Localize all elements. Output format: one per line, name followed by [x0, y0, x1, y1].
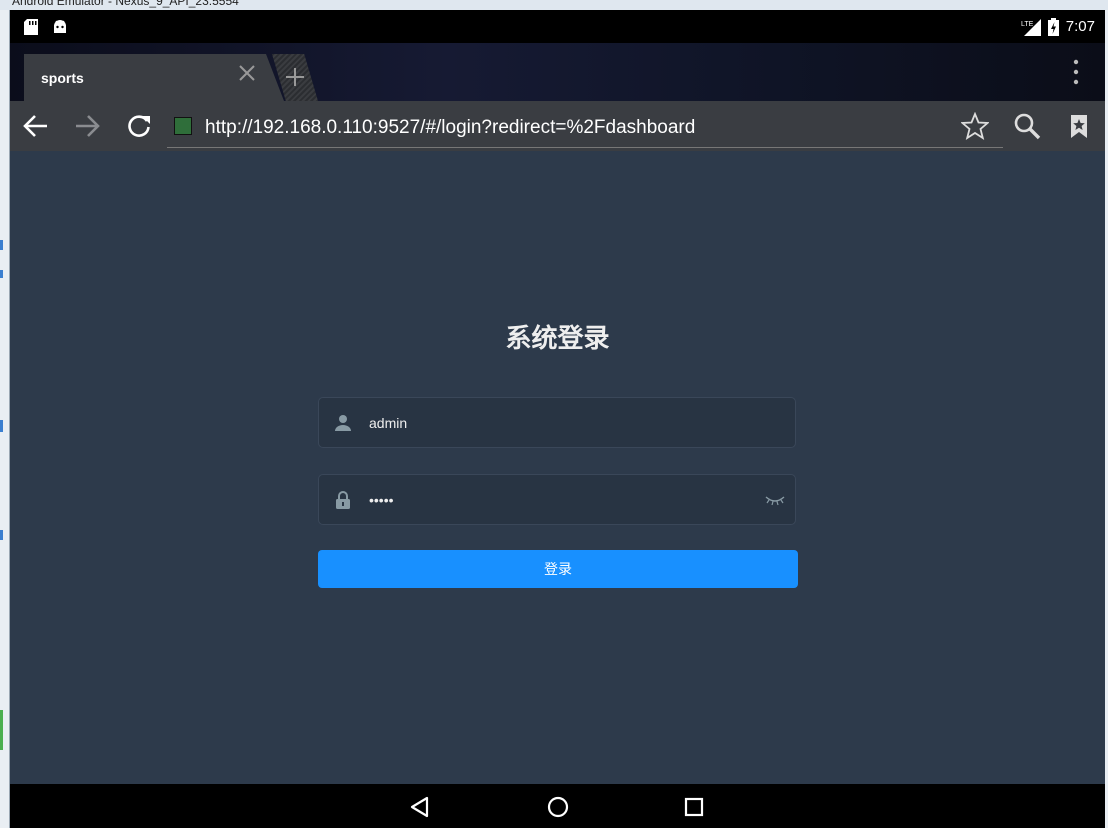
- nav-home-icon[interactable]: [543, 792, 573, 822]
- password-input[interactable]: [369, 485, 759, 515]
- bookmarks-icon[interactable]: [1065, 112, 1093, 140]
- password-field[interactable]: [318, 474, 796, 525]
- login-page: 系统登录 登录: [10, 151, 1105, 784]
- host-window-left-edge: [0, 10, 10, 828]
- back-arrow-icon[interactable]: [22, 112, 50, 140]
- close-icon[interactable]: [236, 62, 258, 84]
- lock-icon: [336, 491, 350, 509]
- battery-charging-icon: [1048, 18, 1059, 36]
- host-window-title: Android Emulator - Nexus_9_API_23:5554: [0, 0, 1108, 10]
- status-clock: 7:07: [1065, 18, 1095, 35]
- login-title: 系统登录: [505, 323, 610, 353]
- reload-icon[interactable]: [125, 112, 153, 140]
- url-text[interactable]: http://192.168.0.110:9527/#/login?redire…: [205, 117, 695, 139]
- url-bar[interactable]: http://192.168.0.110:9527/#/login?redire…: [167, 107, 1003, 148]
- android-icon: [54, 20, 66, 33]
- browser-tab-strip: sports: [10, 43, 1105, 101]
- sd-card-icon: [24, 19, 38, 35]
- svg-text:LTE: LTE: [1021, 21, 1034, 28]
- tab-title: sports: [41, 70, 84, 86]
- star-icon[interactable]: [961, 112, 989, 140]
- nav-recents-icon[interactable]: [679, 792, 709, 822]
- search-icon[interactable]: [1013, 112, 1041, 140]
- device-screen: LTE 7:07 sports http://192.168.0.110:952…: [10, 10, 1105, 828]
- site-favicon: [174, 117, 192, 135]
- nav-back-icon[interactable]: [406, 792, 436, 822]
- login-button[interactable]: 登录: [318, 550, 798, 588]
- browser-toolbar: http://192.168.0.110:9527/#/login?redire…: [10, 101, 1105, 151]
- username-field[interactable]: [318, 397, 796, 448]
- android-nav-bar: [10, 784, 1105, 828]
- forward-arrow-icon[interactable]: [73, 112, 101, 140]
- plus-icon[interactable]: [283, 65, 307, 89]
- status-bar: LTE 7:07: [10, 10, 1105, 43]
- user-icon: [335, 415, 351, 431]
- overflow-menu-icon[interactable]: [1071, 58, 1081, 86]
- browser-tab[interactable]: sports: [24, 54, 266, 101]
- username-input[interactable]: [369, 408, 759, 438]
- host-window-title-text: Android Emulator - Nexus_9_API_23:5554: [12, 0, 239, 8]
- eye-closed-icon[interactable]: [765, 493, 785, 507]
- lte-signal-icon: LTE: [1021, 19, 1041, 36]
